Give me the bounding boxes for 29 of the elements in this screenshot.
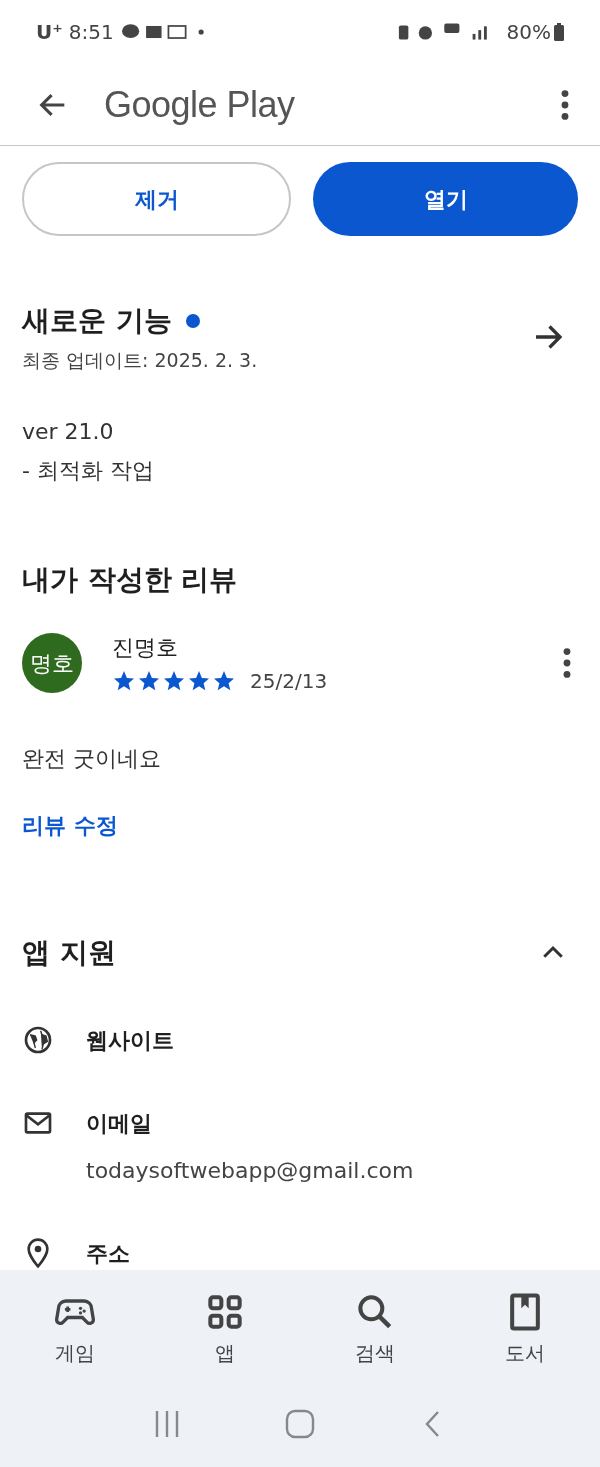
section-title: 내가 작성한 리뷰: [21, 561, 239, 598]
section-title: 새로운 기능: [22, 303, 172, 339]
email-address: todaysoftwebapp@gmail.com: [86, 1156, 414, 1185]
nav-tab[interactable]: 검색: [300, 1289, 450, 1368]
support-item-label[interactable]: 웹사이트: [86, 1023, 174, 1057]
battery-percent: 80%: [506, 19, 551, 46]
support-item-label[interactable]: 이메일: [86, 1106, 414, 1140]
nav-tab[interactable]: 도서: [450, 1289, 600, 1368]
avatar: 명호: [22, 633, 82, 693]
release-note-line: - 최적화 작업: [22, 456, 155, 485]
nav-tab[interactable]: 게임: [0, 1289, 150, 1368]
nav-tab[interactable]: 앱: [150, 1289, 300, 1368]
store-title: Google Play: [104, 82, 295, 127]
update-date: 최종 업데이트: 2025. 2. 3.: [22, 348, 259, 373]
uninstall-button[interactable]: 제거: [22, 162, 291, 236]
more-options-icon[interactable]: [560, 88, 570, 121]
status-time: 8:51: [68, 19, 114, 46]
release-note-line: ver 21.0: [22, 417, 115, 446]
review-date: 25/2/13: [250, 667, 328, 695]
reviewer-name: 진명호: [112, 633, 179, 662]
section-title: 앱 지원: [22, 934, 117, 971]
review-text: 완전 굿이네요: [21, 744, 162, 773]
home-icon[interactable]: [285, 1408, 315, 1439]
support-item-label[interactable]: 주소: [86, 1236, 130, 1270]
battery-icon: [554, 23, 564, 41]
carrier-label: U⁺: [36, 19, 63, 46]
open-button[interactable]: 열기: [313, 162, 578, 236]
edit-review-link[interactable]: 리뷰 수정: [22, 812, 118, 838]
more-options-icon[interactable]: [562, 647, 572, 679]
